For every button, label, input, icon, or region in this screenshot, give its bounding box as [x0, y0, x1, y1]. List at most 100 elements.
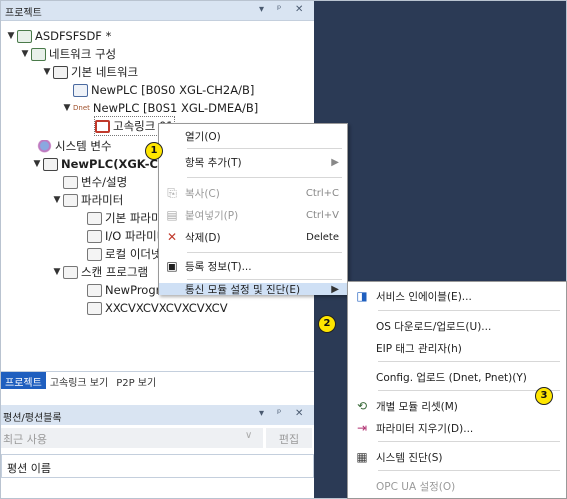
tree-item-label: 네트워크 구성: [49, 47, 117, 61]
menu-item-label: 시스템 진단(S): [376, 451, 443, 464]
menu-item-register-info[interactable]: ▣ 등록 정보(T)...: [159, 255, 347, 277]
tree-item-plc-b0s0[interactable]: NewPLC [B0S0 XGL-CH2A/B]: [73, 81, 254, 99]
reset-icon: ⟲: [356, 399, 368, 413]
scan-program-icon: [63, 265, 78, 279]
info-icon: ▣: [166, 259, 178, 273]
menu-item-label: 통신 모듈 설정 및 진단(E): [185, 283, 301, 296]
shortcut-label: Ctrl+V: [305, 209, 339, 221]
project-tabs: 프로젝트 고속링크 보기 P2P 보기: [1, 371, 314, 389]
tree-item-plc-b0s1[interactable]: ▼ Dnet NewPLC [B0S1 XGL-DMEA/B]: [61, 99, 259, 117]
menu-item-label: OPC UA 설정(O): [376, 480, 456, 493]
tree-item-label: NewPLC [B0S0 XGL-CH2A/B]: [91, 83, 255, 97]
local-ethernet-icon: [87, 247, 102, 261]
tree-item-io-param[interactable]: I/O 파라미터: [87, 227, 167, 245]
callout-badge-3: 3: [535, 387, 553, 405]
tree-item-label: XXCVXCVXCVXCVXCV: [105, 301, 228, 315]
menu-item-service-enable[interactable]: ◨ 서비스 인에이블(E)...: [348, 285, 566, 307]
chevron-down-icon[interactable]: ▼: [5, 31, 17, 41]
tree-item-root[interactable]: ▼ ASDFSFSDF *: [5, 27, 112, 45]
plc-module-icon: [73, 83, 88, 97]
menu-separator: [378, 361, 560, 362]
tree-item-xxc[interactable]: XXCVXCVXCVXCVXCV: [87, 299, 228, 317]
panel-dropdown-icon[interactable]: ▾: [259, 408, 264, 419]
basic-param-icon: [87, 211, 102, 225]
program-icon: [87, 301, 102, 315]
function-panel-header: 평션/평션블록 ▾ ᵖ ✕: [1, 405, 314, 425]
menu-separator: [187, 177, 342, 178]
menu-item-comm-module[interactable]: 통신 모듈 설정 및 진단(E) ▶: [159, 283, 347, 296]
shortcut-label: Delete: [306, 231, 339, 243]
menu-item-label: EIP 태그 관리자(h): [376, 342, 462, 355]
variable-icon: [63, 175, 78, 189]
close-icon[interactable]: ✕: [295, 4, 303, 15]
pin-icon[interactable]: ᵖ: [277, 408, 281, 419]
menu-item-label: 삭제(D): [185, 231, 221, 244]
callout-badge-2: 2: [318, 315, 336, 333]
system-variable-icon: [37, 139, 52, 153]
menu-separator: [378, 441, 560, 442]
menu-item-param-clear[interactable]: ⇥ 파라미터 지우기(D)...: [348, 417, 566, 439]
tree-item-label: 스캔 프로그램: [81, 265, 149, 279]
submenu: ◨ 서비스 인에이블(E)... OS 다운로드/업로드(U)... EIP 태…: [347, 281, 567, 499]
recent-select[interactable]: 최근 사용: [1, 428, 263, 448]
edit-button[interactable]: 편집: [266, 428, 312, 448]
tab-project[interactable]: 프로젝트: [1, 372, 46, 389]
menu-item-opc-ua[interactable]: OPC UA 설정(O): [348, 475, 566, 497]
network-icon: [53, 65, 68, 79]
chevron-down-icon[interactable]: ▼: [19, 49, 31, 59]
menu-item-eip-tag[interactable]: EIP 태그 관리자(h): [348, 337, 566, 359]
submenu-arrow-icon: ▶: [331, 283, 339, 295]
menu-item-label: 복사(C): [185, 187, 220, 200]
paste-icon: ▤: [166, 208, 178, 222]
menu-separator: [378, 310, 560, 311]
context-menu: 열기(O) 항목 추가(T) ▶ ⎘ 복사(C) Ctrl+C ▤ 붙여넣기(P…: [158, 123, 348, 296]
function-panel: 평션/평션블록 ▾ ᵖ ✕ 최근 사용 ∨ 편집 평션 이름: [1, 405, 314, 498]
tree-item-param[interactable]: ▼ 파라미터: [51, 191, 124, 209]
callout-badge-1: 1: [145, 142, 163, 160]
menu-item-label: 개별 모듈 리셋(M): [376, 400, 458, 413]
menu-item-add-item[interactable]: 항목 추가(T) ▶: [159, 151, 347, 173]
tree-item-label: 기본 네트워크: [71, 65, 139, 79]
pin-icon[interactable]: ᵖ: [277, 4, 281, 15]
menu-item-label: 서비스 인에이블(E)...: [376, 290, 472, 303]
menu-separator: [378, 390, 560, 391]
tree-item-system-var[interactable]: 시스템 변수: [37, 137, 112, 155]
menu-item-label: 열기(O): [185, 130, 221, 143]
menu-item-config-upload[interactable]: Config. 업로드 (Dnet, Pnet)(Y): [348, 366, 566, 388]
chevron-down-icon[interactable]: ▼: [51, 195, 63, 205]
menu-separator: [187, 279, 342, 280]
chevron-down-icon[interactable]: ∨: [245, 430, 252, 441]
network-config-icon: [31, 47, 46, 61]
tree-item-var-desc[interactable]: 변수/설명: [63, 173, 127, 191]
menu-item-paste[interactable]: ▤ 붙여넣기(P) Ctrl+V: [159, 204, 347, 226]
menu-item-system-diag[interactable]: ▦ 시스템 진단(S): [348, 446, 566, 468]
menu-item-module-reset[interactable]: ⟲ 개별 모듈 리셋(M): [348, 395, 566, 417]
menu-item-delete[interactable]: ✕ 삭제(D) Delete: [159, 226, 347, 248]
chevron-down-icon[interactable]: ▼: [41, 67, 53, 77]
clear-icon: ⇥: [356, 421, 368, 435]
function-name-field: 평션 이름: [1, 454, 314, 478]
shortcut-label: Ctrl+C: [305, 187, 339, 199]
tab-high-speed-link[interactable]: 고속링크 보기: [46, 372, 112, 389]
tree-item-label: 변수/설명: [81, 175, 128, 189]
menu-item-os-download[interactable]: OS 다운로드/업로드(U)...: [348, 315, 566, 337]
chevron-down-icon[interactable]: ▼: [61, 103, 73, 113]
menu-item-copy[interactable]: ⎘ 복사(C) Ctrl+C: [159, 182, 347, 204]
panel-dropdown-icon[interactable]: ▾: [259, 4, 264, 15]
menu-item-label: Config. 업로드 (Dnet, Pnet)(Y): [376, 371, 527, 384]
function-panel-title: 평션/평션블록: [3, 413, 62, 424]
menu-item-label: OS 다운로드/업로드(U)...: [376, 320, 492, 333]
high-speed-link-icon: [95, 119, 110, 133]
menu-item-open[interactable]: 열기(O): [159, 125, 347, 147]
chevron-down-icon[interactable]: ▼: [31, 159, 43, 169]
tree-item-basic-network[interactable]: ▼ 기본 네트워크: [41, 63, 139, 81]
tree-item-local-ether[interactable]: 로컬 이더넷: [87, 245, 162, 263]
project-panel-title: 프로젝트: [5, 8, 42, 19]
menu-item-label: 붙여넣기(P): [185, 209, 239, 222]
tab-p2p[interactable]: P2P 보기: [112, 372, 160, 389]
tree-item-network-config[interactable]: ▼ 네트워크 구성: [19, 45, 117, 63]
project-icon: [17, 29, 32, 43]
tree-item-scan-program[interactable]: ▼ 스캔 프로그램: [51, 263, 149, 281]
close-icon[interactable]: ✕: [295, 408, 303, 419]
chevron-down-icon[interactable]: ▼: [51, 267, 63, 277]
